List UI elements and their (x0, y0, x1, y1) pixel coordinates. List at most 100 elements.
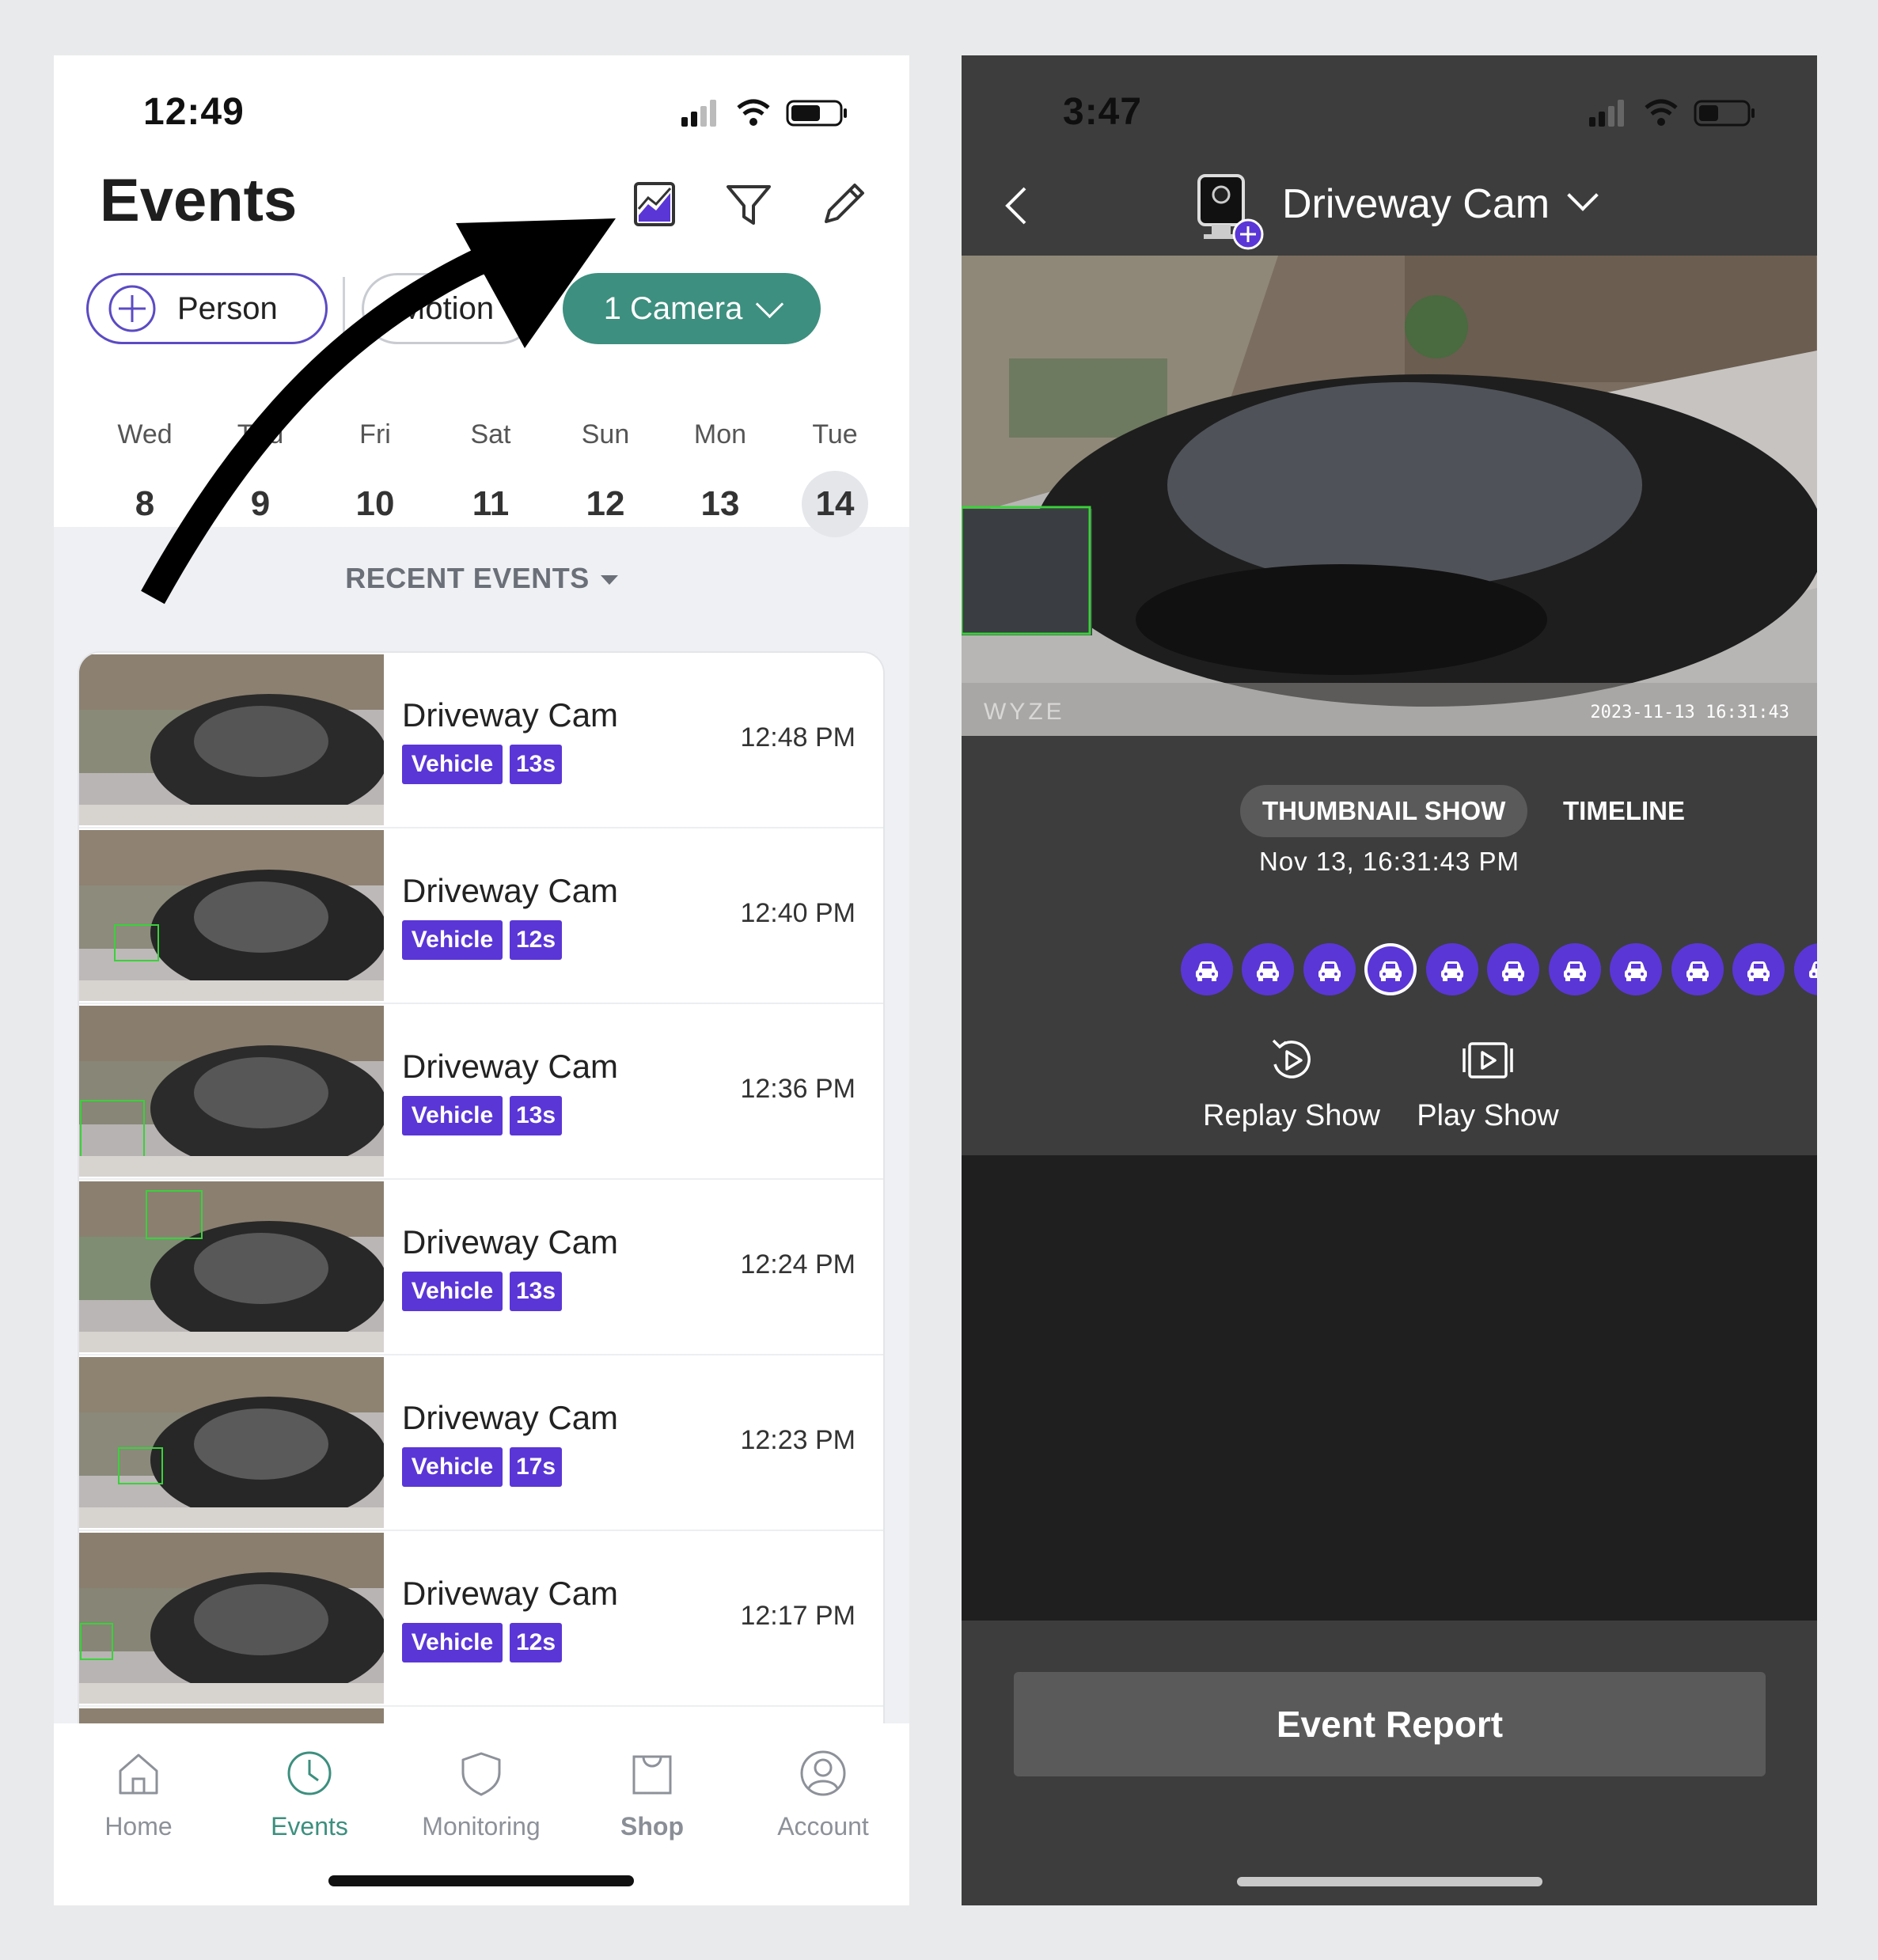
event-duration-badge: 17s (510, 1447, 562, 1487)
motion-chip-label: Motion (399, 290, 495, 326)
car-icon (1686, 961, 1709, 981)
tab-home[interactable]: Home (59, 1747, 218, 1841)
bag-icon (632, 1755, 672, 1795)
tab-label: Events (271, 1812, 348, 1841)
back-arrow-icon[interactable] (995, 182, 1042, 229)
day-thu[interactable]: Thu 9 (217, 419, 304, 537)
car-event-dot-selected[interactable] (1364, 943, 1417, 995)
recent-events-label: RECENT EVENTS (345, 562, 590, 594)
event-time: 12:40 PM (740, 898, 856, 928)
event-row[interactable]: Driveway Cam Vehicle 13s 12:24 PM (79, 1180, 883, 1355)
car-icon (1441, 961, 1463, 981)
car-event-dot[interactable] (1671, 943, 1724, 995)
event-thumbnail (79, 830, 384, 1001)
car-event-dot[interactable] (1303, 943, 1356, 995)
car-icon (1625, 961, 1647, 981)
car-icon (1747, 961, 1770, 981)
tab-shop[interactable]: Shop (573, 1747, 731, 1841)
tab-events[interactable]: Events (230, 1747, 389, 1841)
wyze-watermark: WYZE (984, 699, 1065, 725)
car-event-dot[interactable] (1487, 943, 1539, 995)
day-date: 11 (472, 484, 510, 523)
day-date: 13 (700, 484, 740, 523)
day-tue-selected[interactable]: Tue 14 (791, 419, 878, 537)
chevron-down-icon (1567, 180, 1599, 211)
plus-icon (108, 285, 156, 332)
recent-events-dropdown[interactable]: RECENT EVENTS (54, 562, 909, 595)
day-sun[interactable]: Sun 12 (562, 419, 649, 537)
event-camera-name: Driveway Cam (402, 696, 619, 734)
status-bar: 12:49 (54, 55, 909, 174)
day-date: 12 (586, 484, 625, 523)
tab-account[interactable]: Account (744, 1747, 902, 1841)
car-icon (1564, 961, 1586, 981)
video-timestamp: 2023-11-13 16:31:43 (1590, 703, 1789, 722)
car-icon (1502, 961, 1524, 981)
tab-monitoring[interactable]: Monitoring (402, 1747, 560, 1841)
car-icon (1318, 961, 1341, 981)
event-row[interactable]: Driveway Cam Vehicle 13s 12:48 PM (79, 653, 883, 828)
car-event-dot[interactable] (1549, 943, 1601, 995)
event-time: 12:36 PM (740, 1074, 856, 1104)
camera-device-icon (1197, 174, 1264, 250)
event-camera-name: Driveway Cam (402, 1575, 619, 1612)
day-date: 10 (355, 484, 395, 523)
event-video-player[interactable]: WYZE 2023-11-13 16:31:43 (962, 256, 1817, 736)
caret-down-icon (600, 575, 618, 586)
event-row[interactable]: Driveway Cam Vehicle 12s 12:17 PM (79, 1531, 883, 1707)
day-name: Mon (693, 419, 747, 449)
person-filter-chip[interactable]: Person (86, 273, 328, 344)
event-datetime: Nov 13, 16:31:43 PM (1258, 847, 1520, 876)
day-date: 8 (135, 484, 155, 523)
event-duration-badge: 13s (510, 1096, 562, 1135)
event-thumbnail (79, 654, 384, 825)
camera-chip-label: 1 Camera (603, 290, 743, 326)
camera-selector[interactable]: Driveway Cam (1282, 180, 1599, 228)
event-duration-badge: 13s (510, 1272, 562, 1311)
event-thumbnail (79, 1006, 384, 1177)
tab-timeline[interactable]: TIMELINE (1563, 785, 1685, 837)
events-header-panel: 12:49 Events Person Motion 1 Camera Wed … (54, 55, 909, 537)
day-name: Wed (117, 419, 173, 449)
car-event-dot[interactable] (1181, 943, 1233, 995)
edit-icon[interactable] (815, 176, 872, 233)
event-report-button[interactable]: Event Report (1014, 1672, 1766, 1776)
replay-show-button[interactable]: Replay Show (1189, 1033, 1394, 1133)
tab-thumbnail-show[interactable]: THUMBNAIL SHOW (1240, 785, 1528, 837)
car-event-dot-partial[interactable] (1794, 943, 1817, 995)
day-name: Sat (470, 419, 511, 449)
car-event-dot[interactable] (1610, 943, 1662, 995)
motion-filter-chip[interactable]: Motion (362, 273, 536, 344)
car-event-dot[interactable] (1242, 943, 1294, 995)
day-wed[interactable]: Wed 8 (101, 419, 188, 537)
event-row[interactable]: Driveway Cam Vehicle 13s 12:36 PM (79, 1004, 883, 1180)
play-show-label: Play Show (1417, 1099, 1559, 1132)
tab-label: Home (104, 1812, 173, 1841)
user-icon (800, 1750, 846, 1796)
chevron-down-icon (756, 290, 784, 318)
day-sat[interactable]: Sat 11 (447, 419, 534, 537)
chart-icon[interactable] (626, 176, 683, 233)
event-camera-name: Driveway Cam (402, 1399, 619, 1436)
day-fri[interactable]: Fri 10 (332, 419, 419, 537)
events-list: Driveway Cam Vehicle 13s 12:48 PM Drivew… (79, 653, 883, 1776)
replay-icon (1272, 1039, 1311, 1079)
event-thumbnail (79, 1357, 384, 1528)
event-camera-name: Driveway Cam (402, 1223, 619, 1261)
home-indicator (1237, 1877, 1542, 1886)
car-event-dot[interactable] (1732, 943, 1785, 995)
day-date: 9 (250, 484, 271, 523)
filter-icon[interactable] (720, 176, 777, 233)
event-thumbnail (79, 1181, 384, 1352)
camera-filter-chip[interactable]: 1 Camera (563, 273, 821, 344)
content-area (962, 1155, 1817, 1621)
status-time: 3:47 (1063, 91, 1143, 133)
event-row[interactable]: Driveway Cam Vehicle 17s 12:23 PM (79, 1355, 883, 1531)
event-camera-name: Driveway Cam (402, 1048, 619, 1085)
page-title: Events (100, 167, 298, 234)
play-show-button[interactable]: Play Show (1385, 1033, 1591, 1133)
event-row[interactable]: Driveway Cam Vehicle 12s 12:40 PM (79, 828, 883, 1004)
day-mon[interactable]: Mon 13 (677, 419, 764, 537)
car-event-dot[interactable] (1426, 943, 1478, 995)
chip-divider (343, 277, 345, 344)
